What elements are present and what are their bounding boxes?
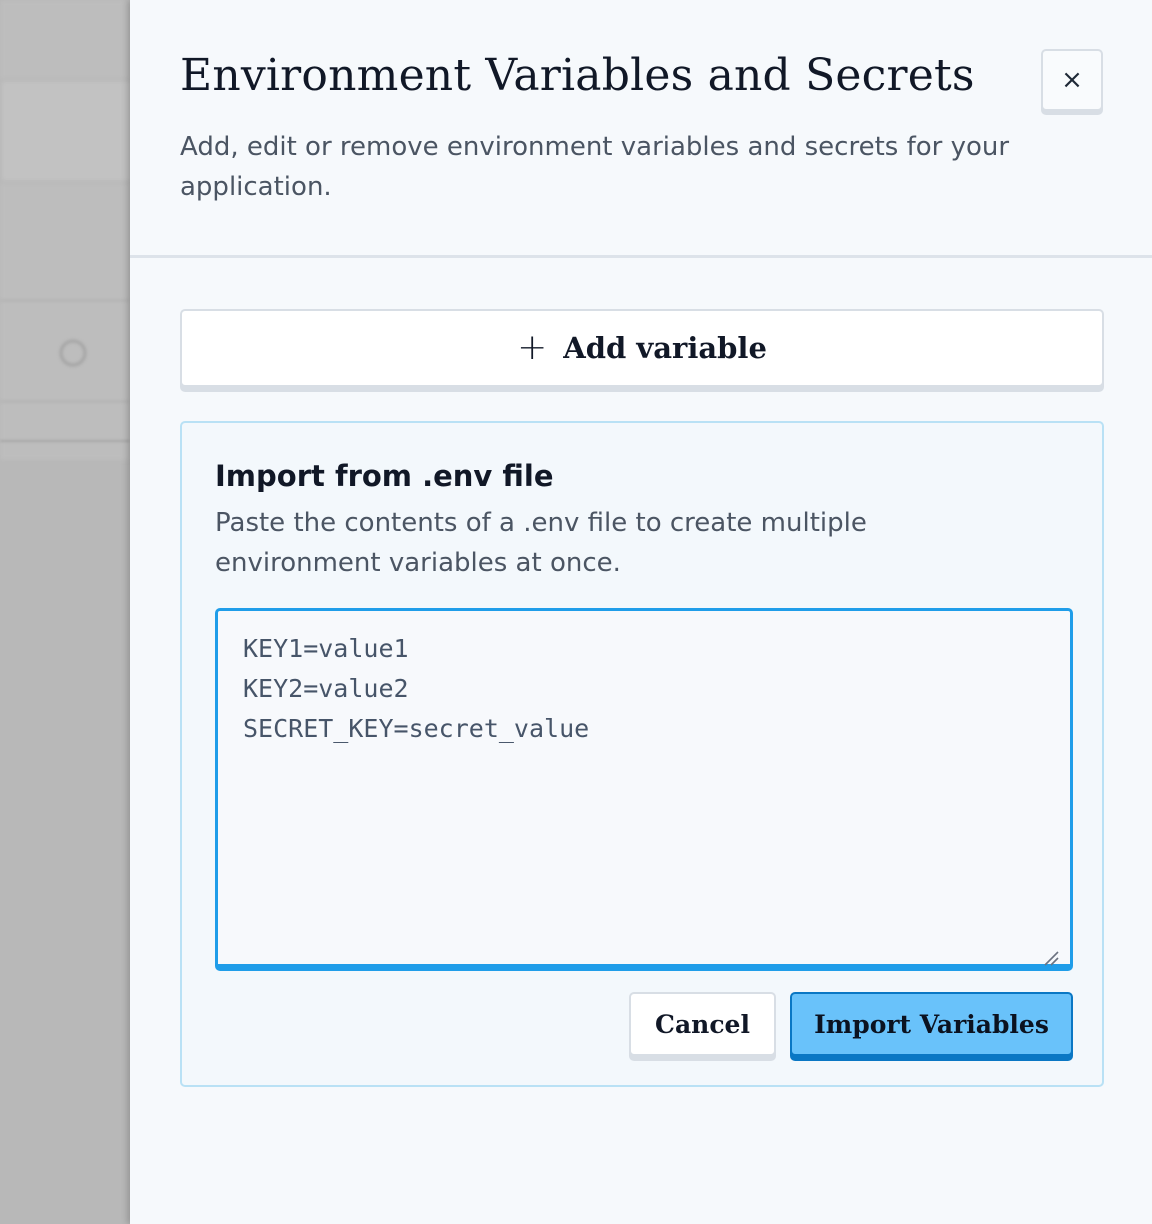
background-divider [0, 440, 130, 442]
close-icon: × [1061, 65, 1083, 95]
cancel-button[interactable]: Cancel [629, 992, 776, 1056]
close-button[interactable]: × [1041, 49, 1103, 111]
env-vars-dialog: Environment Variables and Secrets Add, e… [130, 0, 1152, 1224]
dialog-header: Environment Variables and Secrets Add, e… [130, 0, 1152, 258]
import-env-section: Import from .env file Paste the contents… [180, 421, 1104, 1087]
import-variables-button[interactable]: Import Variables [790, 992, 1073, 1056]
import-title: Import from .env file [215, 459, 554, 493]
add-variable-button[interactable]: + Add variable [180, 309, 1104, 387]
import-description: Paste the contents of a .env file to cre… [215, 508, 867, 578]
plus-icon: + [517, 327, 548, 368]
background-app [0, 0, 130, 1224]
add-variable-label: Add variable [563, 331, 767, 365]
background-radio-icon [60, 340, 86, 366]
env-contents-textarea[interactable] [215, 608, 1073, 971]
dialog-description: Add, edit or remove environment variable… [180, 132, 1010, 202]
background-section [0, 80, 130, 182]
dialog-title: Environment Variables and Secrets [180, 50, 975, 101]
resize-handle-icon[interactable] [1043, 950, 1059, 966]
